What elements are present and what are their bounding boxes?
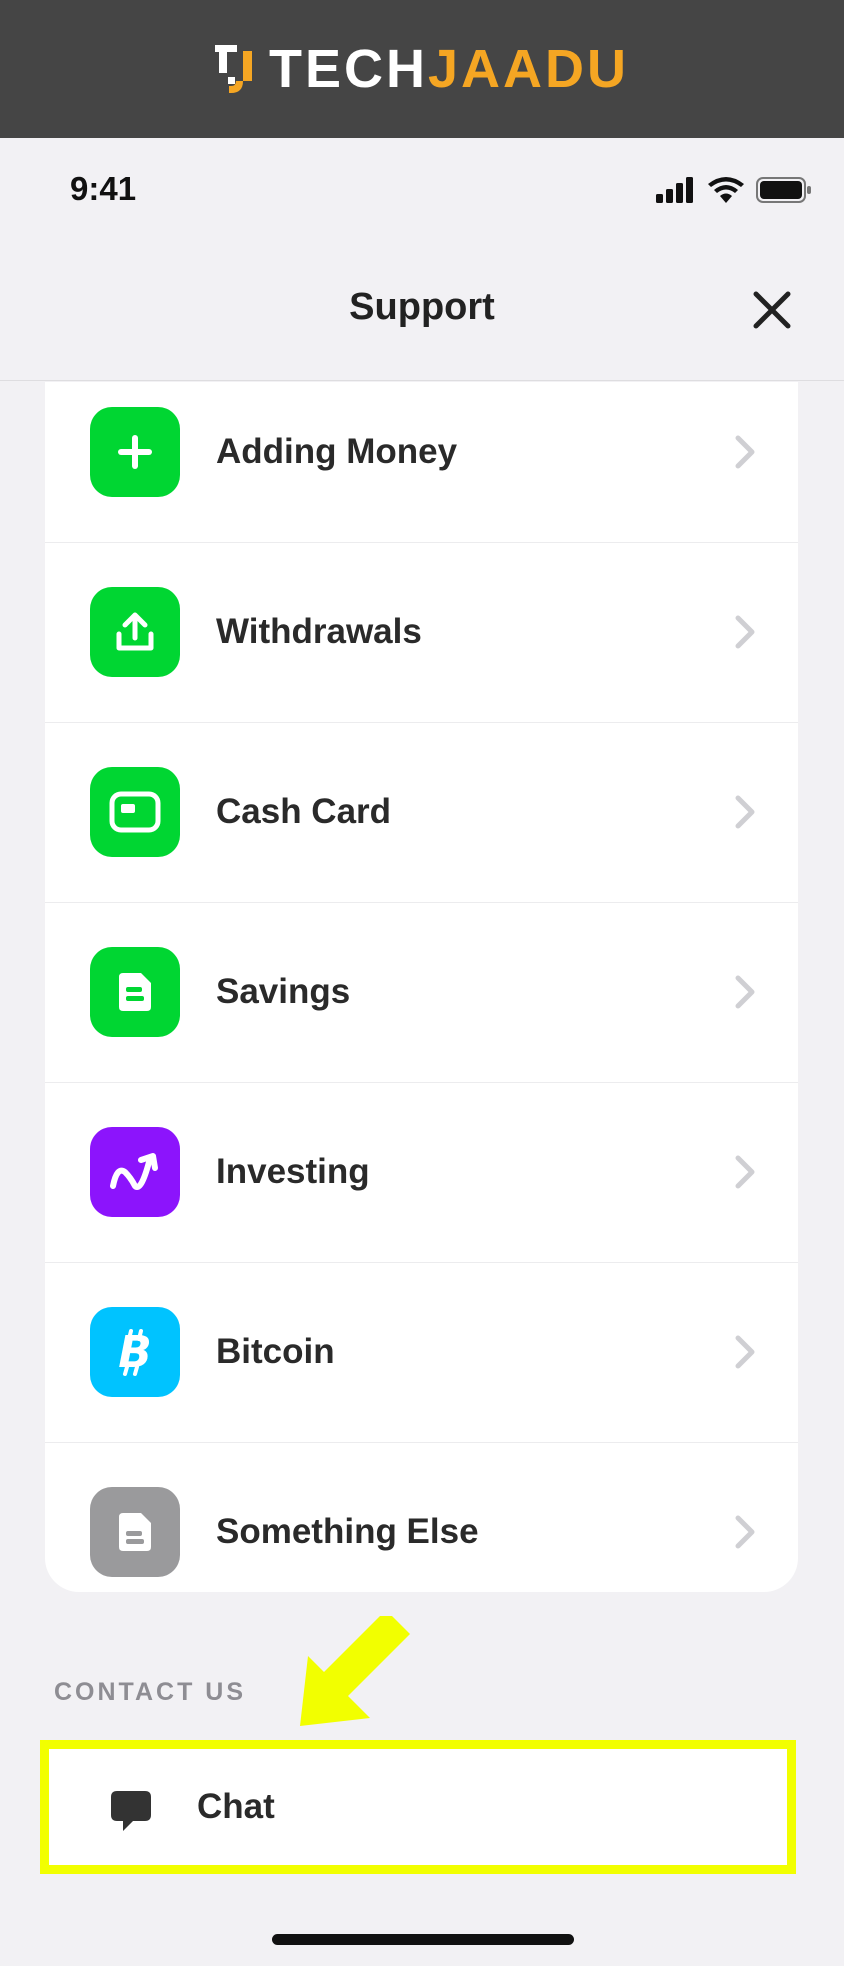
logo-text-jaadu: JAADU	[427, 39, 630, 99]
document-icon	[90, 1487, 180, 1577]
upload-icon	[90, 587, 180, 677]
topic-label: Something Else	[216, 1512, 479, 1551]
cellular-signal-icon	[656, 177, 693, 203]
topic-label: Bitcoin	[216, 1332, 335, 1371]
savings-icon	[90, 947, 180, 1037]
support-topics-list: Adding Money Withdrawals Cash Card Savin…	[45, 382, 798, 1592]
chevron-right-icon	[735, 1155, 755, 1189]
contact-us-heading: CONTACT US	[54, 1678, 247, 1706]
chevron-right-icon	[735, 435, 755, 469]
bitcoin-icon: B	[90, 1307, 180, 1397]
trend-icon	[90, 1127, 180, 1217]
logo-mark-icon	[214, 45, 252, 93]
topic-bitcoin[interactable]: B Bitcoin	[45, 1262, 798, 1443]
chevron-right-icon	[735, 615, 755, 649]
topic-investing[interactable]: Investing	[45, 1082, 798, 1263]
chevron-right-icon	[735, 1335, 755, 1369]
wifi-icon	[708, 177, 744, 203]
close-icon[interactable]	[750, 288, 794, 332]
chevron-right-icon	[735, 975, 755, 1009]
techjaadu-logo: TECHJAADU	[214, 41, 629, 97]
chat-bubble-icon	[111, 1791, 151, 1831]
topic-label: Adding Money	[216, 432, 458, 471]
page-title: Support	[349, 286, 495, 328]
status-bar: 9:41	[0, 140, 844, 240]
topic-something-else[interactable]: Something Else	[45, 1442, 798, 1592]
chevron-right-icon	[735, 795, 755, 829]
topic-label: Investing	[216, 1152, 370, 1191]
status-icons	[656, 176, 812, 204]
arrow-down-left-icon	[300, 1616, 410, 1726]
battery-icon	[756, 177, 811, 203]
chevron-right-icon	[735, 1515, 755, 1549]
topic-adding-money[interactable]: Adding Money	[45, 382, 798, 543]
watermark-banner: TECHJAADU	[0, 0, 844, 138]
logo-text-tech: TECH	[268, 39, 428, 99]
logo-text: TECHJAADU	[269, 42, 629, 96]
topic-label: Withdrawals	[216, 612, 422, 651]
topic-label: Savings	[216, 972, 351, 1011]
topic-cash-card[interactable]: Cash Card	[45, 722, 798, 903]
chat-button[interactable]: Chat	[40, 1740, 796, 1874]
plus-icon	[90, 407, 180, 497]
topic-label: Cash Card	[216, 792, 392, 831]
topic-withdrawals[interactable]: Withdrawals	[45, 542, 798, 723]
support-header: Support	[0, 240, 844, 381]
chat-label: Chat	[197, 1787, 275, 1826]
status-time: 9:41	[70, 170, 137, 207]
topic-savings[interactable]: Savings	[45, 902, 798, 1083]
home-indicator[interactable]	[272, 1934, 574, 1945]
card-icon	[90, 767, 180, 857]
